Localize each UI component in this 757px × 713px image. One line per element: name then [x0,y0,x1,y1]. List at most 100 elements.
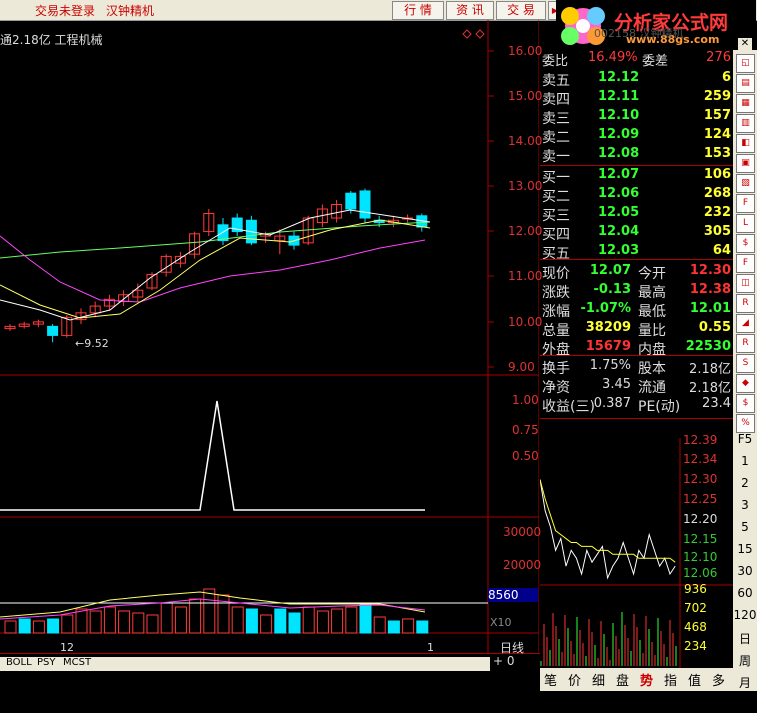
buy-label: 买四 [542,227,570,243]
toolbar-tool-icon[interactable]: ▦ [736,94,755,113]
period-button[interactable]: 5 [733,520,757,534]
toolbar-tool-icon[interactable]: ▣ [736,154,755,173]
buy-label: 买三 [542,208,570,224]
fundamental-row: 收益(三) 0.387 PE(动) 23.4 [540,396,733,415]
toolbar-tool-icon[interactable]: ◧ [736,134,755,153]
indicator-name-link[interactable]: 汉钟精机 [106,2,154,19]
chart-footer: 12 1 日线 + 0 BOLL PSY MCST [0,641,540,691]
panel-tab[interactable]: 细 [592,670,605,689]
volume-bar [75,608,88,634]
period-button[interactable]: F5 [733,432,757,446]
zoom-control[interactable]: + 0 [493,654,515,668]
sell-label: 卖五 [542,73,570,89]
panel-tab[interactable]: 笔 [544,670,557,689]
volume-bar [316,610,329,634]
toolbar-tool-icon[interactable]: F [736,254,755,273]
login-status-link[interactable]: 交易未登录 [35,2,95,19]
period-button[interactable]: 2 [733,476,757,490]
panel-tab[interactable]: 值 [688,670,701,689]
intraday-axis-label: 12.39 [683,433,718,447]
stat-value: 22530 [685,339,731,354]
price-axis-label: 13.00 [508,179,543,193]
panel-tab[interactable]: 盘 [616,670,629,689]
buy-volume: 305 [703,224,731,239]
buy-price: 12.07 [598,167,640,182]
buy-level-row: 买一 12.07 106 [540,167,733,186]
toolbar-tool-icon[interactable]: % [736,414,755,433]
period-button[interactable]: 15 [733,542,757,556]
volume-bar [174,606,187,634]
intraday-axis-label: 12.25 [683,492,718,506]
panel-tab[interactable]: 多 [712,670,725,689]
period-button[interactable]: 多 [733,696,757,713]
period-button[interactable]: 日 [733,630,757,647]
toolbar-tool-icon[interactable]: ▥ [736,114,755,133]
tab-psy[interactable]: PSY [37,657,56,668]
stat-value: 38209 [585,320,631,335]
volume-axis-label: 30000 [503,525,542,539]
intraday-volume-label: 936 [684,582,707,596]
sell-label: 卖三 [542,111,570,127]
period-button[interactable]: 月 [733,674,757,691]
fund-value: 2.18亿 [689,381,731,396]
price-grid [488,50,494,368]
toolbar-tool-icon[interactable]: ◱ [736,54,755,73]
volume-bar [387,620,400,634]
panel-tab[interactable]: 指 [664,670,677,689]
stat-value: 15679 [585,339,631,354]
tab-mcst[interactable]: MCST [63,657,91,668]
toolbar-tool-icon[interactable]: ▤ [736,74,755,93]
toolbar-tool-icon[interactable]: L [736,214,755,233]
moving-average-lines [0,209,431,321]
sell-price: 12.09 [598,127,640,142]
volume-bar [47,618,60,634]
buy-label: 买一 [542,170,570,186]
sell-volume: 124 [703,127,731,142]
volume-bar [260,614,273,634]
news-button[interactable]: 资 讯 [446,1,494,20]
toolbar-tool-icon[interactable]: ◆ [736,374,755,393]
period-button[interactable]: 60 [733,586,757,600]
buy-level-row: 买三 12.05 232 [540,205,733,224]
toolbar-tool-icon[interactable]: F [736,194,755,213]
sell-volume: 259 [703,89,731,104]
trade-button[interactable]: 交 易 [496,1,546,20]
psy-line [0,400,425,511]
stat-label: 涨跌 [542,285,570,301]
period-button[interactable]: 3 [733,498,757,512]
buy-price: 12.05 [598,205,640,220]
stat-label: 总量 [542,323,570,339]
stat-label: 最高 [638,285,666,301]
close-icon[interactable]: ✕ [738,38,752,50]
toolbar-tool-icon[interactable]: $ [736,394,755,413]
toolbar-tool-icon[interactable]: R [736,294,755,313]
indicator-panel [0,400,425,511]
fund-value: 23.4 [702,396,731,411]
quote-panel: 委比 16.49% 委差 276 卖五 12.12 6 卖四 12.11 259 卖三 12.… [540,50,733,440]
period-button[interactable]: 30 [733,564,757,578]
period-button[interactable]: 1 [733,454,757,468]
quotes-button[interactable]: 行 情 [392,1,444,20]
toolbar-tool-icon[interactable]: R [736,334,755,353]
period-button[interactable]: 120 [733,608,757,622]
panel-tab[interactable]: 势 [640,670,653,689]
toolbar-tool-icon[interactable]: $ [736,234,755,253]
fund-value: 1.75% [589,358,631,373]
sell-level-row: 卖五 12.12 6 [540,70,733,89]
tab-boll[interactable]: BOLL [6,657,32,668]
volume-bar [274,608,287,634]
sell-price: 12.11 [598,89,640,104]
stat-value: -0.13 [593,282,631,297]
toolbar-tool-icon[interactable]: ▧ [736,174,755,193]
toolbar-tool-icon[interactable]: S [736,354,755,373]
price-axis-label: 15.00 [508,89,543,103]
intraday-volume-label: 234 [684,639,707,653]
sell-label: 卖二 [542,130,570,146]
indicator-axis-label: 0.50 [512,449,539,463]
diamond-marker-icon [475,29,485,39]
toolbar-tool-icon[interactable]: ◫ [736,274,755,293]
volume-unit-label: X10 [490,616,512,629]
toolbar-tool-icon[interactable]: ◢ [736,314,755,333]
panel-tab[interactable]: 价 [568,670,581,689]
period-button[interactable]: 周 [733,652,757,669]
